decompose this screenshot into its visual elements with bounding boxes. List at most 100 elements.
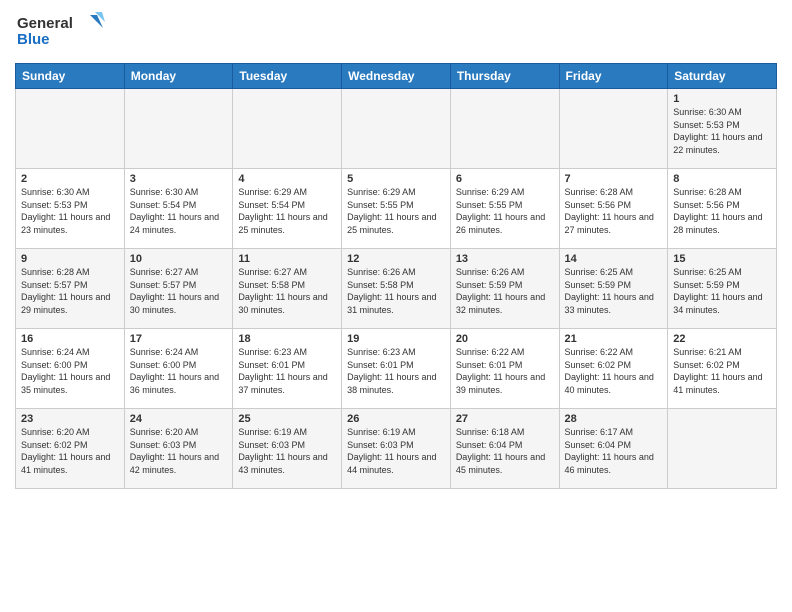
day-number: 25 — [238, 413, 336, 425]
week-row-1: 1Sunrise: 6:30 AM Sunset: 5:53 PM Daylig… — [16, 89, 777, 169]
day-info: Sunrise: 6:30 AM Sunset: 5:53 PM Dayligh… — [21, 186, 119, 236]
day-number: 15 — [673, 253, 771, 265]
day-number: 7 — [565, 173, 663, 185]
day-info: Sunrise: 6:23 AM Sunset: 6:01 PM Dayligh… — [238, 346, 336, 396]
calendar-header-row: SundayMondayTuesdayWednesdayThursdayFrid… — [16, 64, 777, 89]
day-info: Sunrise: 6:28 AM Sunset: 5:56 PM Dayligh… — [565, 186, 663, 236]
day-info: Sunrise: 6:29 AM Sunset: 5:55 PM Dayligh… — [456, 186, 554, 236]
day-number: 27 — [456, 413, 554, 425]
day-number: 18 — [238, 333, 336, 345]
day-cell — [450, 89, 559, 169]
col-header-friday: Friday — [559, 64, 668, 89]
day-info: Sunrise: 6:30 AM Sunset: 5:54 PM Dayligh… — [130, 186, 228, 236]
day-cell: 2Sunrise: 6:30 AM Sunset: 5:53 PM Daylig… — [16, 169, 125, 249]
day-info: Sunrise: 6:29 AM Sunset: 5:55 PM Dayligh… — [347, 186, 445, 236]
day-cell: 1Sunrise: 6:30 AM Sunset: 5:53 PM Daylig… — [668, 89, 777, 169]
day-info: Sunrise: 6:25 AM Sunset: 5:59 PM Dayligh… — [673, 266, 771, 316]
day-info: Sunrise: 6:28 AM Sunset: 5:57 PM Dayligh… — [21, 266, 119, 316]
day-info: Sunrise: 6:22 AM Sunset: 6:02 PM Dayligh… — [565, 346, 663, 396]
day-info: Sunrise: 6:20 AM Sunset: 6:03 PM Dayligh… — [130, 426, 228, 476]
day-cell: 19Sunrise: 6:23 AM Sunset: 6:01 PM Dayli… — [342, 329, 451, 409]
day-cell — [16, 89, 125, 169]
day-cell: 13Sunrise: 6:26 AM Sunset: 5:59 PM Dayli… — [450, 249, 559, 329]
day-number: 3 — [130, 173, 228, 185]
day-cell: 22Sunrise: 6:21 AM Sunset: 6:02 PM Dayli… — [668, 329, 777, 409]
day-number: 9 — [21, 253, 119, 265]
day-cell: 15Sunrise: 6:25 AM Sunset: 5:59 PM Dayli… — [668, 249, 777, 329]
col-header-sunday: Sunday — [16, 64, 125, 89]
svg-text:Blue: Blue — [17, 31, 50, 48]
day-number: 1 — [673, 93, 771, 105]
day-cell: 14Sunrise: 6:25 AM Sunset: 5:59 PM Dayli… — [559, 249, 668, 329]
logo-svg: General Blue — [15, 10, 105, 55]
day-cell — [342, 89, 451, 169]
day-number: 23 — [21, 413, 119, 425]
week-row-2: 2Sunrise: 6:30 AM Sunset: 5:53 PM Daylig… — [16, 169, 777, 249]
day-cell — [668, 409, 777, 489]
day-info: Sunrise: 6:24 AM Sunset: 6:00 PM Dayligh… — [130, 346, 228, 396]
day-cell: 20Sunrise: 6:22 AM Sunset: 6:01 PM Dayli… — [450, 329, 559, 409]
day-info: Sunrise: 6:19 AM Sunset: 6:03 PM Dayligh… — [238, 426, 336, 476]
day-info: Sunrise: 6:17 AM Sunset: 6:04 PM Dayligh… — [565, 426, 663, 476]
calendar-table: SundayMondayTuesdayWednesdayThursdayFrid… — [15, 63, 777, 489]
day-info: Sunrise: 6:18 AM Sunset: 6:04 PM Dayligh… — [456, 426, 554, 476]
day-info: Sunrise: 6:20 AM Sunset: 6:02 PM Dayligh… — [21, 426, 119, 476]
day-cell: 7Sunrise: 6:28 AM Sunset: 5:56 PM Daylig… — [559, 169, 668, 249]
day-cell: 10Sunrise: 6:27 AM Sunset: 5:57 PM Dayli… — [124, 249, 233, 329]
day-number: 26 — [347, 413, 445, 425]
day-number: 2 — [21, 173, 119, 185]
day-number: 28 — [565, 413, 663, 425]
day-number: 24 — [130, 413, 228, 425]
day-cell: 8Sunrise: 6:28 AM Sunset: 5:56 PM Daylig… — [668, 169, 777, 249]
header: General Blue — [15, 10, 777, 55]
col-header-tuesday: Tuesday — [233, 64, 342, 89]
week-row-3: 9Sunrise: 6:28 AM Sunset: 5:57 PM Daylig… — [16, 249, 777, 329]
week-row-5: 23Sunrise: 6:20 AM Sunset: 6:02 PM Dayli… — [16, 409, 777, 489]
day-cell — [233, 89, 342, 169]
day-info: Sunrise: 6:23 AM Sunset: 6:01 PM Dayligh… — [347, 346, 445, 396]
day-number: 5 — [347, 173, 445, 185]
day-info: Sunrise: 6:26 AM Sunset: 5:59 PM Dayligh… — [456, 266, 554, 316]
day-number: 22 — [673, 333, 771, 345]
day-cell: 24Sunrise: 6:20 AM Sunset: 6:03 PM Dayli… — [124, 409, 233, 489]
day-info: Sunrise: 6:19 AM Sunset: 6:03 PM Dayligh… — [347, 426, 445, 476]
day-info: Sunrise: 6:21 AM Sunset: 6:02 PM Dayligh… — [673, 346, 771, 396]
col-header-monday: Monday — [124, 64, 233, 89]
day-cell: 17Sunrise: 6:24 AM Sunset: 6:00 PM Dayli… — [124, 329, 233, 409]
day-cell: 16Sunrise: 6:24 AM Sunset: 6:00 PM Dayli… — [16, 329, 125, 409]
day-info: Sunrise: 6:29 AM Sunset: 5:54 PM Dayligh… — [238, 186, 336, 236]
day-cell: 27Sunrise: 6:18 AM Sunset: 6:04 PM Dayli… — [450, 409, 559, 489]
day-info: Sunrise: 6:25 AM Sunset: 5:59 PM Dayligh… — [565, 266, 663, 316]
day-number: 20 — [456, 333, 554, 345]
day-number: 17 — [130, 333, 228, 345]
day-info: Sunrise: 6:24 AM Sunset: 6:00 PM Dayligh… — [21, 346, 119, 396]
col-header-wednesday: Wednesday — [342, 64, 451, 89]
col-header-thursday: Thursday — [450, 64, 559, 89]
day-cell — [559, 89, 668, 169]
day-number: 12 — [347, 253, 445, 265]
day-cell: 26Sunrise: 6:19 AM Sunset: 6:03 PM Dayli… — [342, 409, 451, 489]
day-info: Sunrise: 6:30 AM Sunset: 5:53 PM Dayligh… — [673, 106, 771, 156]
day-number: 19 — [347, 333, 445, 345]
page: General Blue SundayMondayTuesdayWednesda… — [0, 0, 792, 612]
day-cell: 18Sunrise: 6:23 AM Sunset: 6:01 PM Dayli… — [233, 329, 342, 409]
day-number: 14 — [565, 253, 663, 265]
day-number: 4 — [238, 173, 336, 185]
day-cell: 4Sunrise: 6:29 AM Sunset: 5:54 PM Daylig… — [233, 169, 342, 249]
day-cell — [124, 89, 233, 169]
day-number: 8 — [673, 173, 771, 185]
day-info: Sunrise: 6:28 AM Sunset: 5:56 PM Dayligh… — [673, 186, 771, 236]
day-number: 21 — [565, 333, 663, 345]
day-info: Sunrise: 6:27 AM Sunset: 5:58 PM Dayligh… — [238, 266, 336, 316]
day-cell: 9Sunrise: 6:28 AM Sunset: 5:57 PM Daylig… — [16, 249, 125, 329]
day-number: 13 — [456, 253, 554, 265]
day-cell: 25Sunrise: 6:19 AM Sunset: 6:03 PM Dayli… — [233, 409, 342, 489]
day-cell: 12Sunrise: 6:26 AM Sunset: 5:58 PM Dayli… — [342, 249, 451, 329]
day-cell: 6Sunrise: 6:29 AM Sunset: 5:55 PM Daylig… — [450, 169, 559, 249]
day-cell: 3Sunrise: 6:30 AM Sunset: 5:54 PM Daylig… — [124, 169, 233, 249]
svg-text:General: General — [17, 15, 73, 32]
day-cell: 5Sunrise: 6:29 AM Sunset: 5:55 PM Daylig… — [342, 169, 451, 249]
day-cell: 11Sunrise: 6:27 AM Sunset: 5:58 PM Dayli… — [233, 249, 342, 329]
day-info: Sunrise: 6:22 AM Sunset: 6:01 PM Dayligh… — [456, 346, 554, 396]
day-number: 11 — [238, 253, 336, 265]
